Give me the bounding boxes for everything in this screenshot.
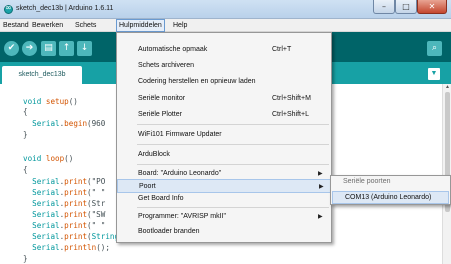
menu-item-automatische-opmaak[interactable]: Automatische opmaak Ctrl+T [117,43,331,57]
submenu-item-label: COM13 (Arduino Leonardo) [345,194,432,201]
minimize-button[interactable]: – [373,0,395,14]
menu-separator [137,164,329,165]
menu-item-label: Schets archiveren [138,62,195,69]
close-button[interactable]: ✕ [417,0,447,14]
code-line: Serial.begin(960 [32,119,106,128]
menu-item-label: Seriële Plotter [138,111,182,118]
menu-item-get-board-info[interactable]: Get Board Info [117,192,331,206]
submenu-arrow-icon: ▶ [318,213,323,220]
code-line: { [23,165,28,174]
menu-item-label: Seriële monitor [138,95,186,102]
submenu-header: Seriële poorten [343,178,391,185]
menu-separator [137,144,329,145]
menu-help[interactable]: Help [171,20,189,31]
menu-separator [137,207,329,208]
menu-item-seriele-plotter[interactable]: Seriële Plotter Ctrl+Shift+L [117,108,331,122]
code-line: } [23,130,28,139]
new-file-icon[interactable]: ▤ [41,41,56,56]
upload-icon[interactable]: ➔ [22,41,37,56]
title-bar: sketch_dec13b | Arduino 1.6.11 – □ ✕ [0,0,451,19]
menu-bewerken[interactable]: Bewerken [30,20,65,31]
menu-bestand[interactable]: Bestand [1,20,31,31]
code-line: Serial.print(Str [32,199,106,208]
menu-bar: Bestand Bewerken Schets Hulpmiddelen Hel… [0,19,451,32]
menu-schets[interactable]: Schets [73,20,98,31]
code-line: Serial.print(" " [32,221,106,230]
menu-item-label: WiFi101 Firmware Updater [138,131,222,138]
menu-item-label: Get Board Info [138,195,184,202]
menu-item-label: Programmer: "AVRISP mkII" [138,213,226,220]
window-title: sketch_dec13b | Arduino 1.6.11 [16,5,114,12]
maximize-button[interactable]: □ [395,0,417,14]
menu-item-shortcut: Ctrl+T [272,46,292,53]
code-line: Serial.print("SW [32,210,106,219]
menu-item-schets-archiveren[interactable]: Schets archiveren [117,59,331,73]
code-line: void loop() [23,154,74,163]
menu-item-ardublock[interactable]: ArduBlock [117,148,331,162]
serial-monitor-icon[interactable]: ⌕ [427,41,442,56]
code-line: Serial.print("PO [32,177,106,186]
tab-sketch[interactable]: sketch_dec13b [2,66,82,84]
arduino-icon [4,3,13,14]
menu-item-label: Automatische opmaak [138,46,208,53]
menu-item-shortcut: Ctrl+Shift+L [272,111,309,118]
menu-item-label: Bootloader branden [138,228,200,235]
poort-submenu: Seriële poorten COM13 (Arduino Leonardo) [330,175,451,205]
code-line: Serial.print(" " [32,188,106,197]
code-line: Serial.println(); [32,243,110,252]
menu-item-codering-herstellen[interactable]: Codering herstellen en opnieuw laden [117,75,331,89]
editor-scrollbar[interactable]: ▲ [442,84,451,264]
hulpmiddelen-dropdown: Automatische opmaak Ctrl+T Schets archiv… [116,32,332,243]
menu-item-wifi101-updater[interactable]: WiFi101 Firmware Updater [117,128,331,142]
submenu-item-com13[interactable]: COM13 (Arduino Leonardo) [332,191,449,204]
menu-item-poort[interactable]: Poort ▶ [117,179,331,193]
menu-item-programmer[interactable]: Programmer: "AVRISP mkII" ▶ [117,210,331,224]
menu-item-seriele-monitor[interactable]: Seriële monitor Ctrl+Shift+M [117,92,331,106]
code-line: { [23,107,28,116]
verify-icon[interactable]: ✔ [4,41,19,56]
menu-item-bootloader-branden[interactable]: Bootloader branden [117,225,331,239]
save-icon[interactable]: ↓ [77,41,92,56]
code-line: void setup() [23,97,78,106]
tab-menu-icon[interactable]: ▼ [428,68,440,80]
scroll-up-icon[interactable]: ▲ [444,84,451,91]
open-icon[interactable]: ↑ [59,41,74,56]
menu-separator [137,124,329,125]
menu-item-shortcut: Ctrl+Shift+M [272,95,311,102]
menu-item-label: Codering herstellen en opnieuw laden [138,78,256,85]
menu-hulpmiddelen[interactable]: Hulpmiddelen [116,19,165,32]
menu-item-label: ArduBlock [138,151,170,158]
code-line: } [23,254,28,263]
